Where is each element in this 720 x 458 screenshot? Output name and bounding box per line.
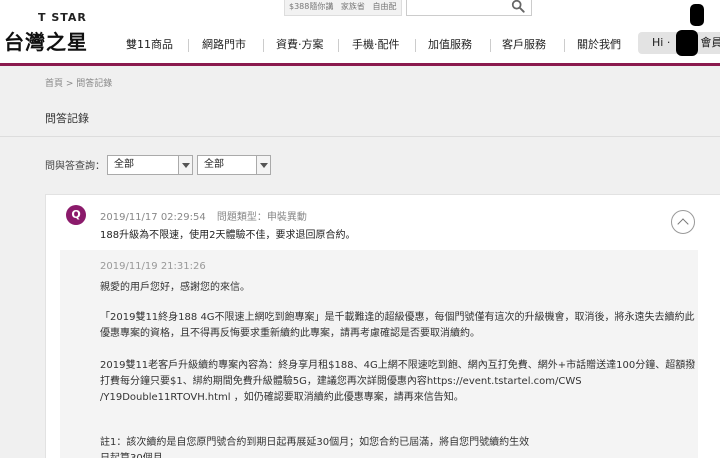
search-input[interactable] — [406, 0, 532, 16]
question-type: 問題類型：申裝異動 — [216, 212, 307, 223]
nav-plans[interactable]: 資費·方案 — [276, 36, 324, 54]
nav-divider — [564, 39, 565, 52]
page-title: 問答記錄 — [45, 112, 89, 125]
answer-line: 2019雙11老客戶升級續約專案內容為：終身享月租$188、4G上網不限速吃到飽… — [100, 360, 696, 371]
question-text: 188升級為不限速，使用2天體驗不佳，要求退回原合約。 — [100, 230, 356, 241]
filter-select-primary-value: 全部 — [114, 159, 134, 170]
chevron-down-icon[interactable] — [178, 156, 192, 174]
quick-link-free[interactable]: 自由配 — [372, 2, 396, 11]
nav-divider — [490, 39, 491, 52]
breadcrumb[interactable]: 首頁 > 問答記錄 — [45, 76, 112, 89]
answer-line: 日起算30個月。 — [100, 449, 173, 458]
question-badge-icon: Q — [66, 205, 86, 225]
collapse-chevron-up-icon[interactable] — [671, 210, 695, 234]
nav-customer-service[interactable]: 客戶服務 — [502, 36, 546, 54]
nav-online-store[interactable]: 網路門市 — [202, 36, 246, 54]
answer-line: 優惠專案的資格，且不得再反悔要求重新續約此專案，請再考慮確認是否要取消續約。 — [100, 328, 480, 339]
nav-phones[interactable]: 手機·配件 — [352, 36, 400, 54]
user-greeting: Hi · — [652, 36, 671, 49]
filter-select-secondary[interactable]: 全部 — [197, 155, 271, 175]
answer-line: 「2019雙11終身188 4G不限速上網吃到飽專案」是千載難逢的超級優惠，每個… — [100, 312, 695, 323]
filter-select-primary[interactable]: 全部 — [107, 155, 193, 175]
nav-divider — [338, 39, 339, 52]
redaction-mark — [676, 30, 698, 56]
quick-links: $388隨你講 家族省 自由配 — [284, 0, 402, 16]
logo-top-text: T STAR — [38, 11, 87, 24]
nav-about[interactable]: 關於我們 — [577, 36, 621, 54]
question-datetime: 2019/11/17 02:29:54 — [100, 212, 206, 223]
divider — [0, 136, 720, 137]
site-header: T STAR 台灣之星 $388隨你講 家族省 自由配 雙11商品 網路門市 資… — [0, 0, 720, 66]
nav-divider — [415, 39, 416, 52]
nav-divider — [263, 39, 264, 52]
redaction-mark — [690, 4, 704, 26]
nav-divider — [188, 39, 189, 52]
chevron-down-icon[interactable] — [256, 156, 270, 174]
nav-double11[interactable]: 雙11商品 — [126, 36, 173, 54]
logo-main-text: 台灣之星 — [4, 30, 88, 54]
nav-value-added[interactable]: 加值服務 — [428, 36, 472, 54]
search-icon[interactable] — [511, 0, 525, 13]
answer-datetime: 2019/11/19 21:31:26 — [100, 261, 206, 272]
answer-line: 親愛的用戶您好，感謝您的來信。 — [100, 282, 250, 293]
quick-link-family[interactable]: 家族省 — [341, 2, 365, 11]
filter-label: 問與答查詢： — [45, 161, 105, 172]
question-meta: 2019/11/17 02:29:54 問題類型：申裝異動 — [100, 208, 315, 223]
filter-select-secondary-value: 全部 — [204, 159, 224, 170]
user-member-label: 會員 — [700, 36, 720, 49]
quick-link-388[interactable]: $388隨你講 — [289, 2, 333, 11]
answer-line: 註1：該次續約是自您原門號合約到期日起再展延30個月；如您合約已屆滿，將自您門號… — [100, 437, 530, 448]
answer-line: /Y19Double11RTOVH.html ，如仍確認要取消續約此優惠專案，請… — [100, 392, 464, 403]
tstar-logo[interactable]: T STAR 台灣之星 — [4, 10, 104, 54]
answer-line: 打費每分鐘只要$1、綁約期間免費升級體驗5G，建議您再次詳閱優惠內容https:… — [100, 376, 582, 387]
